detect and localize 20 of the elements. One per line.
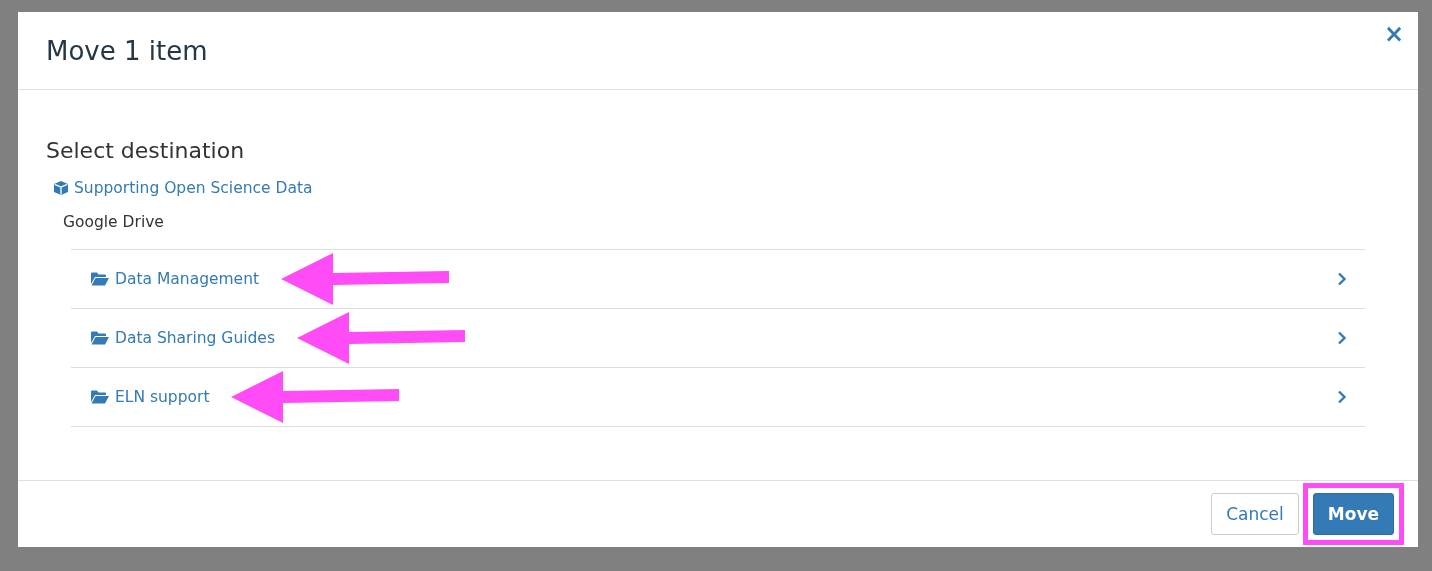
move-button[interactable]: Move [1312, 493, 1394, 535]
chevron-right-icon [1337, 272, 1347, 286]
cancel-button[interactable]: Cancel [1211, 493, 1299, 535]
folder-icon [91, 390, 109, 404]
close-button[interactable]: × [1379, 22, 1408, 46]
folder-name: ELN support [115, 388, 210, 406]
folder-name: Data Sharing Guides [115, 329, 275, 347]
folder-row[interactable]: Data Management [71, 250, 1365, 309]
folder-icon [91, 272, 109, 286]
project-link[interactable]: Supporting Open Science Data [74, 179, 313, 197]
dialog-title: Move 1 item [46, 35, 208, 66]
section-heading: Select destination [46, 138, 245, 163]
provider-label: Google Drive [63, 213, 164, 231]
folder-icon [91, 331, 109, 345]
folder-row[interactable]: Data Sharing Guides [71, 309, 1365, 368]
chevron-right-icon [1337, 331, 1347, 345]
chevron-right-icon [1337, 390, 1347, 404]
folder-row[interactable]: ELN support [71, 368, 1365, 427]
folder-name: Data Management [115, 270, 260, 288]
cube-icon [53, 180, 69, 196]
